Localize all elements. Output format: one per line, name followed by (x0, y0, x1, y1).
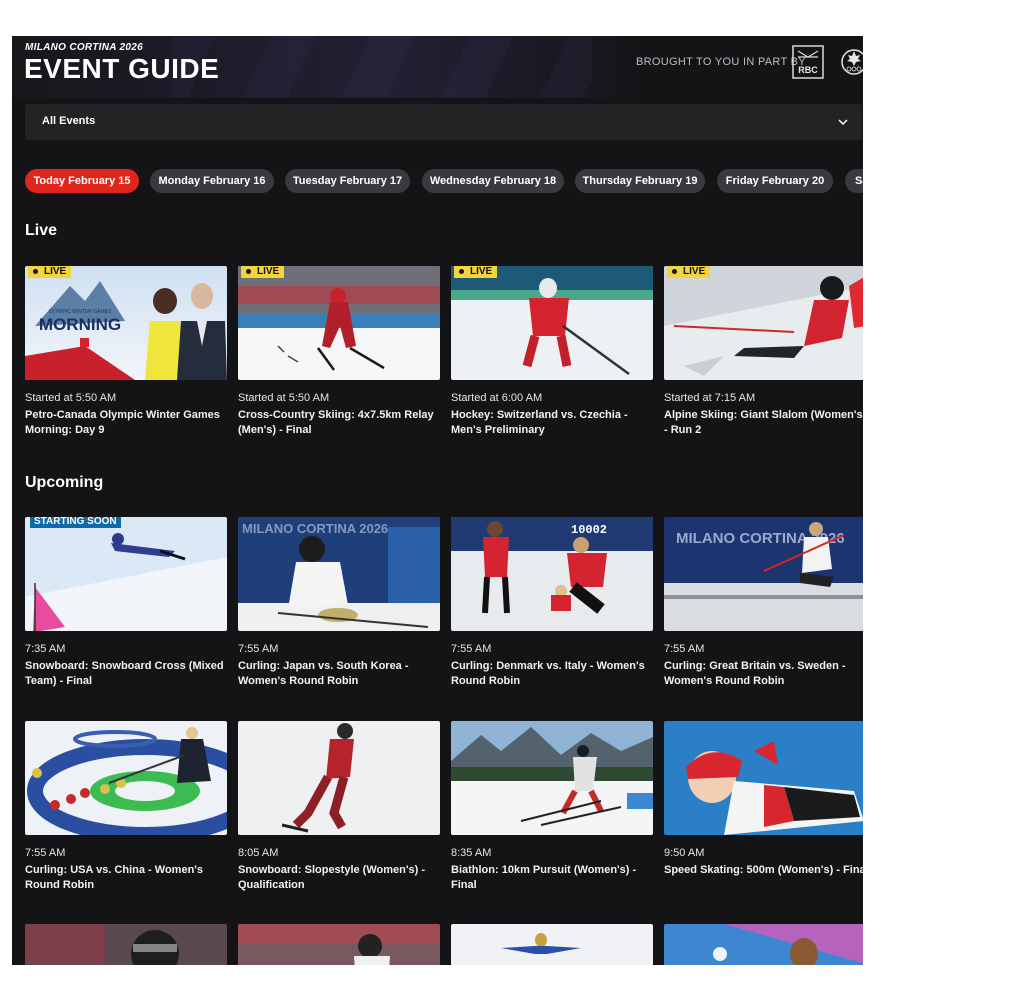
rbc-logo-icon[interactable]: RBC (792, 45, 824, 79)
date-pill-wednesday[interactable]: Wednesday February 18 (422, 169, 564, 193)
live-badge: LIVE (454, 266, 498, 278)
event-time: 7:55 AM (664, 643, 705, 655)
event-time: 8:35 AM (451, 847, 492, 859)
event-thumbnail[interactable]: MILANO CORTINA 2026 (238, 517, 440, 631)
thumb-subtitle: OLYMPIC WINTER GAMES (49, 309, 112, 315)
date-selector: Today February 15 Monday February 16 Tue… (25, 169, 863, 193)
event-thumbnail[interactable]: MILANO CORTINA 2026 (664, 517, 863, 631)
date-pill-monday[interactable]: Monday February 16 (150, 169, 274, 193)
event-filter-label: All Events (42, 115, 96, 127)
event-title[interactable]: Curling: Japan vs. South Korea - Women's… (238, 659, 443, 689)
event-thumbnail[interactable]: MORNING OLYMPIC WINTER GAMES LIVE (25, 266, 227, 380)
event-title[interactable]: Alpine Skiing: Giant Slalom (Women's) - … (664, 408, 863, 438)
event-thumbnail[interactable] (238, 924, 440, 965)
date-pill-friday[interactable]: Friday February 20 (717, 169, 833, 193)
event-thumbnail[interactable] (664, 924, 863, 965)
canadian-olympic-logo-icon[interactable] (841, 44, 863, 80)
event-title[interactable]: Hockey: Switzerland vs. Czechia - Men's … (451, 408, 656, 438)
event-time: 9:50 AM (664, 847, 705, 859)
event-thumbnail[interactable] (664, 721, 863, 835)
rbc-logo-text: RBC (798, 65, 818, 75)
page-title: EVENT GUIDE (24, 53, 220, 84)
event-thumbnail[interactable]: STARTING SOON (25, 517, 227, 631)
event-title[interactable]: Petro-Canada Olympic Winter Games Mornin… (25, 408, 230, 438)
event-guide-page: MILANO CORTINA 2026 EVENT GUIDE BROUGHT … (12, 36, 863, 965)
live-badge: LIVE (667, 266, 711, 278)
date-pill-today[interactable]: Today February 15 (25, 169, 139, 193)
event-thumbnail[interactable] (238, 721, 440, 835)
event-thumbnail[interactable]: LIVE (451, 266, 653, 380)
event-thumbnail[interactable] (451, 721, 653, 835)
date-pill-thursday[interactable]: Thursday February 19 (575, 169, 705, 193)
live-badge: LIVE (241, 266, 285, 278)
date-pill-saturday[interactable]: Sa (845, 169, 863, 193)
event-thumbnail[interactable] (25, 721, 227, 835)
event-title[interactable]: Cross-Country Skiing: 4x7.5km Relay (Men… (238, 408, 443, 438)
event-time: 7:55 AM (451, 643, 492, 655)
event-time: Started at 5:50 AM (238, 392, 330, 404)
scoreboard-text: 10002 (571, 523, 607, 537)
event-time: Started at 6:00 AM (451, 392, 543, 404)
event-filter-dropdown[interactable]: All Events (25, 104, 862, 140)
starting-soon-badge: STARTING SOON (30, 517, 121, 528)
event-time: 7:55 AM (25, 847, 66, 859)
thumb-title: MORNING (39, 315, 121, 334)
event-time: 7:35 AM (25, 643, 66, 655)
date-pill-tuesday[interactable]: Tuesday February 17 (285, 169, 410, 193)
thumb-title: MILANO CORTINA 2026 (242, 521, 388, 536)
sponsor-text: BROUGHT TO YOU IN PART BY (636, 56, 806, 68)
event-time: 8:05 AM (238, 847, 279, 859)
event-title[interactable]: Snowboard: Snowboard Cross (Mixed Team) … (25, 659, 230, 689)
brand-small: MILANO CORTINA 2026 (25, 42, 143, 53)
event-thumbnail[interactable]: LIVE (664, 266, 863, 380)
event-thumbnail[interactable] (25, 924, 227, 965)
event-time: 7:55 AM (238, 643, 279, 655)
event-title[interactable]: Snowboard: Slopestyle (Women's) - Qualif… (238, 863, 443, 893)
chevron-down-icon (838, 119, 848, 126)
event-time: Started at 5:50 AM (25, 392, 117, 404)
event-thumbnail[interactable]: LIVE (238, 266, 440, 380)
event-title[interactable]: Curling: Great Britain vs. Sweden - Wome… (664, 659, 863, 689)
event-thumbnail[interactable] (451, 924, 653, 965)
event-title[interactable]: Curling: Denmark vs. Italy - Women's Rou… (451, 659, 656, 689)
event-title[interactable]: Curling: USA vs. China - Women's Round R… (25, 863, 230, 893)
header-banner: MILANO CORTINA 2026 EVENT GUIDE BROUGHT … (12, 36, 863, 98)
upcoming-heading: Upcoming (25, 474, 104, 491)
live-badge: LIVE (28, 266, 72, 278)
event-time: Started at 7:15 AM (664, 392, 756, 404)
event-title[interactable]: Speed Skating: 500m (Women's) - Final (664, 863, 863, 878)
live-heading: Live (25, 222, 58, 239)
event-title[interactable]: Biathlon: 10km Pursuit (Women's) - Final (451, 863, 656, 893)
event-thumbnail[interactable]: 10002 (451, 517, 653, 631)
